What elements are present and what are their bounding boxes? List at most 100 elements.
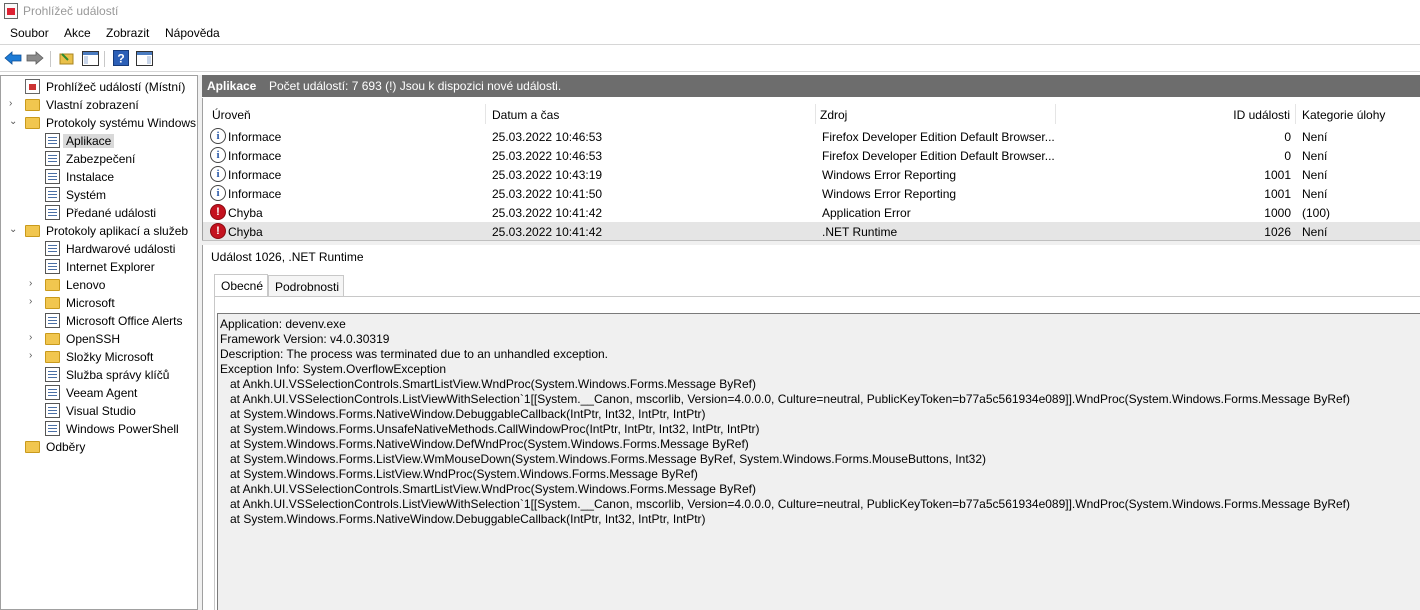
tree-item[interactable]: Služba správy klíčů xyxy=(1,366,197,384)
back-icon[interactable] xyxy=(4,49,22,67)
column-separator[interactable] xyxy=(1295,104,1296,124)
cell-source: Windows Error Reporting xyxy=(822,168,957,182)
open-folder-icon[interactable] xyxy=(58,49,76,67)
information-icon: i xyxy=(210,166,226,182)
folder-icon xyxy=(45,297,60,309)
column-event-id[interactable]: ID události xyxy=(1233,108,1290,122)
description-line: at Ankh.UI.VSSelectionControls.SmartList… xyxy=(220,377,756,391)
tree-item[interactable]: Prohlížeč událostí (Místní) xyxy=(1,78,197,96)
expand-chevron-icon[interactable]: › xyxy=(29,279,39,289)
description-line: Framework Version: v4.0.30319 xyxy=(220,332,390,346)
description-line: at System.Windows.Forms.UnsafeNativeMeth… xyxy=(220,422,760,436)
tree-item[interactable]: › Složky Microsoft xyxy=(1,348,197,366)
log-icon xyxy=(45,241,60,256)
expand-chevron-icon[interactable]: › xyxy=(29,297,39,307)
log-icon xyxy=(45,403,60,418)
cell-event-id: 0 xyxy=(1284,149,1291,163)
log-icon xyxy=(45,133,60,148)
tree-item[interactable]: Odběry xyxy=(1,438,197,456)
tree-item[interactable]: Zabezpečení xyxy=(1,150,197,168)
column-datetime[interactable]: Datum a čas xyxy=(492,108,559,122)
tree-item-label: Protokoly aplikací a služeb xyxy=(46,224,189,238)
tree-item[interactable]: Předané události xyxy=(1,204,197,222)
information-icon: i xyxy=(210,128,226,144)
log-name: Aplikace xyxy=(207,79,257,93)
collapse-chevron-icon[interactable]: ⌄ xyxy=(9,225,19,235)
event-description-box[interactable]: Application: devenv.exe Framework Version… xyxy=(217,313,1420,610)
expand-chevron-icon[interactable]: › xyxy=(29,333,39,343)
log-icon xyxy=(45,385,60,400)
tree-item-label: Hardwarové události xyxy=(66,242,176,256)
cell-datetime: 25.03.2022 10:41:42 xyxy=(492,206,603,220)
cell-source: Firefox Developer Edition Default Browse… xyxy=(822,149,1055,163)
tree-item-label: Windows PowerShell xyxy=(66,422,179,436)
cell-level: Informace xyxy=(228,149,282,163)
cell-datetime: 25.03.2022 10:43:19 xyxy=(492,168,603,182)
toolbar-separator xyxy=(104,51,105,67)
tree-item[interactable]: ⌄ Protokoly aplikací a služeb xyxy=(1,222,197,240)
log-icon xyxy=(45,187,60,202)
event-row[interactable]: ! Chyba 25.03.2022 10:41:42 Application Err… xyxy=(203,203,1420,222)
tree-item[interactable]: Veeam Agent xyxy=(1,384,197,402)
tree-item[interactable]: › Microsoft xyxy=(1,294,197,312)
menu-file[interactable]: Soubor xyxy=(10,26,49,40)
error-icon: ! xyxy=(210,223,226,239)
cell-level: Chyba xyxy=(228,225,263,239)
folder-icon xyxy=(25,225,40,237)
tree-item[interactable]: Visual Studio xyxy=(1,402,197,420)
event-row[interactable]: ! Chyba 25.03.2022 10:41:42 .NET Runtime 102… xyxy=(203,222,1420,240)
tree-item[interactable]: Microsoft Office Alerts xyxy=(1,312,197,330)
description-line: at Ankh.UI.VSSelectionControls.SmartList… xyxy=(220,482,756,496)
column-level[interactable]: Úroveň xyxy=(212,108,251,122)
log-icon xyxy=(45,151,60,166)
tree-item-label: Lenovo xyxy=(66,278,106,292)
tree-item[interactable]: Systém xyxy=(1,186,197,204)
description-line: at System.Windows.Forms.NativeWindow.Deb… xyxy=(220,407,706,421)
column-separator[interactable] xyxy=(815,104,816,124)
menu-view[interactable]: Zobrazit xyxy=(106,26,149,40)
description-line: Exception Info: System.OverflowException xyxy=(220,362,447,376)
tree-item[interactable]: › Vlastní zobrazení xyxy=(1,96,197,114)
column-task-category[interactable]: Kategorie úlohy xyxy=(1302,108,1385,122)
description-line: Description: The process was terminated … xyxy=(220,347,609,361)
tab-details[interactable]: Podrobnosti xyxy=(268,275,344,297)
log-icon xyxy=(45,205,60,220)
log-header: Aplikace Počet událostí: 7 693 (!) Jsou … xyxy=(202,75,1420,97)
tree-item[interactable]: › Lenovo xyxy=(1,276,197,294)
expand-chevron-icon[interactable]: › xyxy=(29,351,39,361)
help-icon[interactable]: ? xyxy=(112,49,130,67)
log-icon xyxy=(45,169,60,184)
folder-icon xyxy=(45,351,60,363)
collapse-chevron-icon[interactable]: ⌄ xyxy=(9,117,19,127)
column-separator[interactable] xyxy=(1055,104,1056,124)
column-source[interactable]: Zdroj xyxy=(820,108,847,122)
cell-task-category: (100) xyxy=(1302,206,1331,220)
show-hide-tree-icon[interactable] xyxy=(81,49,99,67)
tab-general[interactable]: Obecné xyxy=(214,274,268,298)
tree-item-label: Složky Microsoft xyxy=(66,350,154,364)
log-icon xyxy=(45,313,60,328)
forward-icon[interactable] xyxy=(26,49,44,67)
tree-item-label: Zabezpečení xyxy=(66,152,136,166)
action-pane-icon[interactable] xyxy=(135,49,153,67)
menu-action[interactable]: Akce xyxy=(64,26,91,40)
tree-item[interactable]: Hardwarové události xyxy=(1,240,197,258)
expand-chevron-icon[interactable]: › xyxy=(9,99,19,109)
description-line: at Ankh.UI.VSSelectionControls.ListViewW… xyxy=(220,497,1350,511)
description-line: at System.Windows.Forms.NativeWindow.Def… xyxy=(220,437,749,451)
tree-item-label: Protokoly systému Windows xyxy=(46,116,197,130)
tree-item[interactable]: Internet Explorer xyxy=(1,258,197,276)
log-icon xyxy=(45,367,60,382)
tree-item[interactable]: Instalace xyxy=(1,168,197,186)
tree-item[interactable]: Windows PowerShell xyxy=(1,420,197,438)
event-row[interactable]: i Informace 25.03.2022 10:41:50 Windows Err… xyxy=(203,184,1420,203)
event-row[interactable]: i Informace 25.03.2022 10:43:19 Windows Err… xyxy=(203,165,1420,184)
event-row[interactable]: i Informace 25.03.2022 10:46:53 Firefox Dev… xyxy=(203,127,1420,146)
tree-item[interactable]: ⌄ Protokoly systému Windows xyxy=(1,114,197,132)
menu-help[interactable]: Nápověda xyxy=(165,26,220,40)
event-viewer-icon xyxy=(25,79,40,94)
column-separator[interactable] xyxy=(485,104,486,124)
event-row[interactable]: i Informace 25.03.2022 10:46:53 Firefox Dev… xyxy=(203,146,1420,165)
tree-item[interactable]: › OpenSSH xyxy=(1,330,197,348)
tree-item[interactable]: Aplikace xyxy=(1,132,197,150)
